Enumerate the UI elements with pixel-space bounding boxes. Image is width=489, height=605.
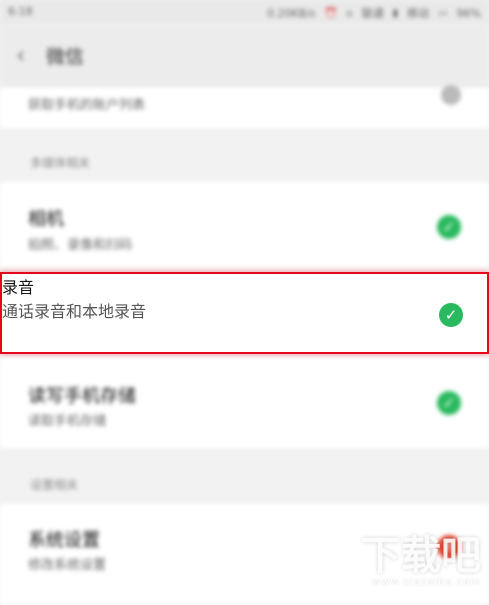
list-item-record[interactable]: 录音 通话录音和本地录音 ✓ <box>0 272 489 354</box>
status-icons-group: 0.20KB/s ⏰ ⌂ 联通 ▮ 移动 ▭ 96% <box>267 5 481 21</box>
check-icon[interactable]: ✓ <box>437 215 461 239</box>
item-subtitle: 修改系统设置 <box>28 558 107 573</box>
watermark-logo: 下载吧 <box>361 533 481 579</box>
page-title: 微信 <box>46 46 85 68</box>
carrier-1: 联通 <box>361 7 384 20</box>
item-title: 读写手机存储 <box>28 386 136 407</box>
list-item-storage[interactable]: 读写手机存储 读取手机存储 ✓ <box>0 358 489 448</box>
item-subtitle: 通话录音和本地录音 <box>2 302 147 321</box>
app-bar: ‹ 微信 <box>0 24 489 88</box>
item-title: 相机 <box>28 209 64 230</box>
watermark: 下载吧 www.xiazaiba.com <box>341 535 481 597</box>
battery-percent: 96% <box>456 6 481 20</box>
status-time: 6:18 <box>8 5 33 18</box>
status-bar: 6:18 0.20KB/s ⏰ ⌂ 联通 ▮ 移动 ▭ 96% <box>0 0 489 24</box>
toggle-icon[interactable] <box>441 85 461 105</box>
carrier-2: 移动 <box>407 7 430 20</box>
section-header: 多媒体相关 <box>0 138 489 182</box>
section-label: 设置相关 <box>30 478 79 492</box>
signal-icon: ▮ <box>392 7 399 19</box>
check-icon[interactable]: ✓ <box>437 391 461 415</box>
item-title: 系统设置 <box>28 530 100 551</box>
list-item[interactable]: 获取手机的账户列表 <box>0 85 489 128</box>
item-title: 录音 <box>2 278 35 297</box>
item-subtitle: 读取手机存储 <box>28 414 107 429</box>
section-label: 多媒体相关 <box>30 156 91 170</box>
battery-icon: ▭ <box>438 7 448 19</box>
network-speed: 0.20KB/s <box>267 6 316 20</box>
section-header: 设置相关 <box>0 460 489 504</box>
wifi-icon: ⌂ <box>346 7 353 19</box>
list-item-camera[interactable]: 相机 拍照、录像和扫码 ✓ <box>0 182 489 268</box>
item-subtitle: 拍照、录像和扫码 <box>28 238 133 253</box>
check-icon[interactable]: ✓ <box>439 303 463 327</box>
item-subtitle: 获取手机的账户列表 <box>28 98 146 113</box>
chevron-left-icon[interactable]: ‹ <box>16 42 36 68</box>
alarm-icon: ⏰ <box>324 7 338 19</box>
